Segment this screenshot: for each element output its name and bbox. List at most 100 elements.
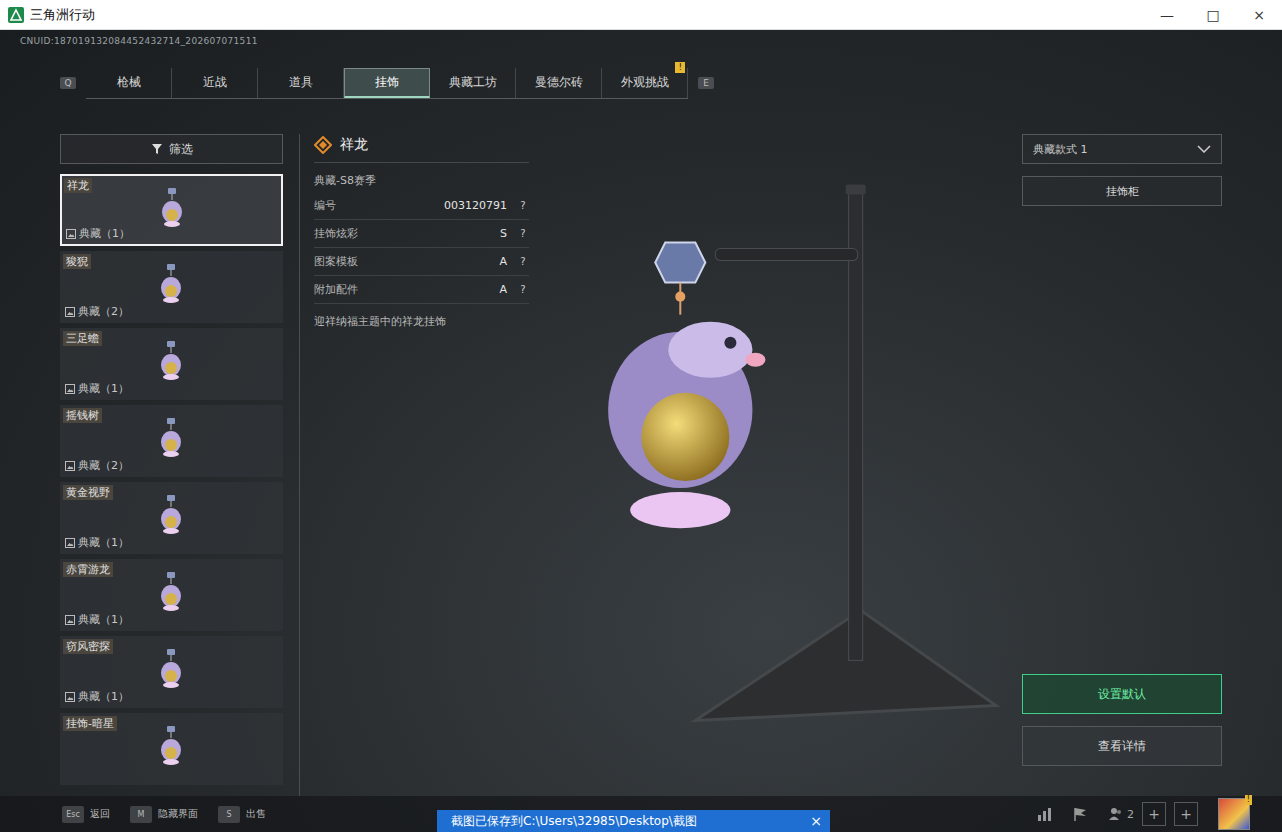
- chevron-down-icon: [1197, 145, 1211, 153]
- tab-label: 枪械: [117, 74, 141, 91]
- charm-thumbnail-icon: [156, 724, 186, 768]
- next-tab-key[interactable]: E: [698, 77, 714, 89]
- image-icon: [65, 692, 75, 702]
- window-control-button[interactable]: □: [1190, 0, 1236, 29]
- item-count: 典藏（1）: [65, 689, 129, 704]
- tab[interactable]: 道具: [258, 68, 344, 98]
- charm-thumbnail-icon: [156, 493, 186, 537]
- action-button[interactable]: 查看详情: [1022, 726, 1222, 766]
- variant-dropdown[interactable]: 典藏款式 1: [1022, 134, 1222, 164]
- image-icon: [65, 461, 75, 471]
- help-button[interactable]: ?: [517, 256, 529, 267]
- tab-label: 曼德尔砖: [535, 74, 583, 91]
- add-slot-button[interactable]: +: [1142, 802, 1166, 826]
- item-card[interactable]: 黄金视野典藏（1）: [60, 482, 283, 554]
- game-screen: CNUID:187019132084452432714_202607071511…: [0, 30, 1282, 832]
- image-icon: [66, 229, 76, 239]
- window-control-button[interactable]: ×: [1236, 0, 1282, 29]
- help-button[interactable]: ?: [517, 284, 529, 295]
- window-control-button[interactable]: —: [1144, 0, 1190, 29]
- stats-icon[interactable]: [1036, 806, 1052, 822]
- uid-text: CNUID:187019132084452432714_202607071511: [20, 36, 1282, 50]
- cabinet-button[interactable]: 挂饰柜: [1022, 176, 1222, 206]
- tab-bar: Q 枪械 近战 道具 挂饰 典藏工坊 曼德尔砖 外观挑战! E: [60, 68, 1282, 98]
- description: 迎祥纳福主题中的祥龙挂饰: [314, 304, 529, 329]
- flag-icon[interactable]: [1072, 806, 1088, 822]
- prev-tab-key[interactable]: Q: [60, 77, 76, 89]
- friends-button[interactable]: 2: [1108, 806, 1134, 822]
- hint-label: 隐藏界面: [158, 807, 198, 821]
- tab-label: 挂饰: [375, 74, 399, 91]
- item-panel: 筛选祥龙典藏（1）狻猊典藏（2）三足蟾典藏（1）摇钱树典藏（2）黄金视野典藏（1…: [60, 134, 283, 796]
- item-name: 黄金视野: [63, 485, 113, 500]
- item-card[interactable]: 狻猊典藏（2）: [60, 251, 283, 323]
- item-count: 典藏（1）: [65, 612, 129, 627]
- key-hints: Esc 返回 M隐藏界面 S出售: [62, 806, 266, 823]
- toast-close-button[interactable]: ×: [810, 813, 822, 829]
- item-card[interactable]: 祥龙典藏（1）: [60, 174, 283, 246]
- tab[interactable]: 近战: [172, 68, 258, 98]
- hint-label: 返回: [90, 807, 110, 821]
- charm-thumbnail-icon: [156, 647, 186, 691]
- attribute-label: 编号: [314, 198, 336, 213]
- tab-badge: !: [675, 62, 685, 73]
- help-button[interactable]: ?: [517, 200, 529, 211]
- title-bar: 三角洲行动 —□×: [0, 0, 1282, 30]
- action-button[interactable]: 设置默认: [1022, 674, 1222, 714]
- item-card[interactable]: 赤霄游龙典藏（1）: [60, 559, 283, 631]
- filter-button[interactable]: 筛选: [60, 134, 283, 164]
- charm-thumbnail-icon: [157, 186, 187, 230]
- key-hint[interactable]: S出售: [218, 806, 266, 823]
- hint-label: 出售: [246, 807, 266, 821]
- window-title: 三角洲行动: [30, 6, 95, 24]
- add-slot-button[interactable]: +: [1174, 802, 1198, 826]
- attribute-row: 编号003120791?: [314, 192, 529, 220]
- item-card[interactable]: 摇钱树典藏（2）: [60, 405, 283, 477]
- image-icon: [65, 384, 75, 394]
- title-group: 三角洲行动: [8, 6, 95, 24]
- item-count: 典藏（2）: [65, 458, 129, 473]
- key-hint[interactable]: M隐藏界面: [130, 806, 198, 823]
- attribute-row: 挂饰炫彩S?: [314, 220, 529, 248]
- charm-stage[interactable]: [545, 134, 1006, 796]
- friends-icon: [1108, 806, 1124, 822]
- tab[interactable]: 外观挑战!: [602, 68, 688, 98]
- tabs: 枪械 近战 道具 挂饰 典藏工坊 曼德尔砖 外观挑战!: [86, 68, 688, 99]
- charm-display-icon: [545, 134, 1006, 796]
- item-card[interactable]: 窃风密探典藏（1）: [60, 636, 283, 708]
- funnel-icon: [151, 143, 163, 155]
- charm-thumbnail-icon: [156, 570, 186, 614]
- attribute-label: 图案模板: [314, 254, 358, 269]
- image-icon: [65, 615, 75, 625]
- screenshot-toast: 截图已保存到C:\Users\32985\Desktop\截图 ×: [437, 810, 830, 832]
- item-count: 典藏（2）: [65, 304, 129, 319]
- spacer: [1022, 218, 1222, 662]
- key-hint[interactable]: Esc 返回: [62, 806, 110, 823]
- item-name: 赤霄游龙: [63, 562, 113, 577]
- item-list: 祥龙典藏（1）狻猊典藏（2）三足蟾典藏（1）摇钱树典藏（2）黄金视野典藏（1）赤…: [60, 174, 283, 796]
- attribute-row: 图案模板 A?: [314, 248, 529, 276]
- item-card[interactable]: 三足蟾典藏（1）: [60, 328, 283, 400]
- item-card[interactable]: 挂饰-暗星: [60, 713, 283, 785]
- item-count: 典藏（1）: [65, 535, 129, 550]
- item-name: 挂饰-暗星: [63, 716, 117, 731]
- tab-label: 道具: [289, 74, 313, 91]
- toast-text: 截图已保存到C:\Users\32985\Desktop\截图: [451, 813, 697, 830]
- attribute-row: 附加配件A?: [314, 276, 529, 304]
- hint-key: Esc: [62, 806, 84, 823]
- help-button[interactable]: ?: [517, 228, 529, 239]
- content: 筛选祥龙典藏（1）狻猊典藏（2）三足蟾典藏（1）摇钱树典藏（2）黄金视野典藏（1…: [0, 134, 1282, 796]
- tab[interactable]: 典藏工坊: [430, 68, 516, 98]
- tab[interactable]: 挂饰: [344, 68, 430, 98]
- tab-label: 外观挑战: [621, 74, 669, 91]
- tab-label: 典藏工坊: [449, 74, 497, 91]
- avatar-button[interactable]: !: [1218, 798, 1250, 830]
- attribute-value: A: [499, 255, 507, 268]
- attribute-label: 挂饰炫彩: [314, 226, 358, 241]
- charm-thumbnail-icon: [156, 339, 186, 383]
- item-name: 祥龙: [64, 178, 92, 193]
- detail-title: 祥龙: [314, 134, 529, 163]
- item-name: 三足蟾: [63, 331, 102, 346]
- tab[interactable]: 曼德尔砖: [516, 68, 602, 98]
- tab[interactable]: 枪械: [86, 68, 172, 98]
